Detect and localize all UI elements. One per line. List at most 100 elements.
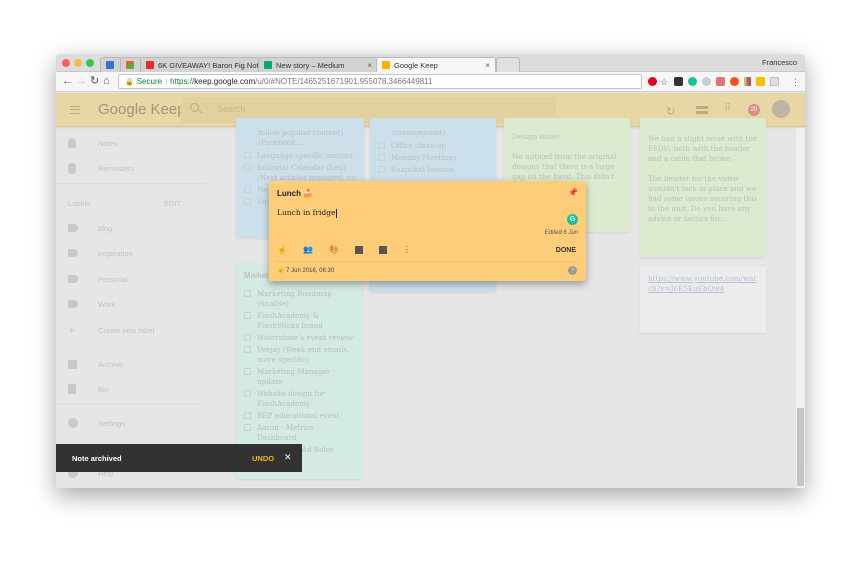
create-new-label-button[interactable]: + Create new label <box>56 323 232 337</box>
sidebar-item-settings[interactable]: Settings <box>56 416 232 430</box>
close-icon[interactable]: ✕ <box>284 452 292 463</box>
note-text: follow popular content) (Facebook... <box>258 128 344 147</box>
checkbox[interactable] <box>244 186 251 193</box>
done-button[interactable]: DONE <box>556 247 576 254</box>
checklist-item[interactable]: Snapchat lessons <box>378 165 488 175</box>
checklist-item[interactable]: Veejay (Week end emails, more specific) <box>244 345 354 365</box>
reload-button[interactable]: ↻ <box>90 75 99 88</box>
note-card[interactable]: https://www.youtube.com/watch?v=J6E5KuEh… <box>640 266 766 333</box>
new-tab-button[interactable] <box>496 57 520 72</box>
list-view-icon[interactable] <box>696 106 708 114</box>
menu-kebab-icon[interactable]: ⋮ <box>791 76 800 89</box>
tab-google-keep[interactable]: Google Keep × <box>376 57 496 72</box>
checkbox[interactable] <box>244 424 251 431</box>
checklist-item[interactable]: Marketing Roadmap (finalise) <box>244 289 354 309</box>
tab-calendar[interactable] <box>100 57 122 72</box>
back-button[interactable]: ← <box>62 75 73 88</box>
checkbox[interactable] <box>244 390 251 397</box>
sidebar-item-label-personal[interactable]: Personal <box>56 272 232 286</box>
note-title-field[interactable]: Lunch 🍰 <box>277 189 313 198</box>
checklist-item[interactable]: Monday Meetings <box>378 153 488 163</box>
image-icon[interactable] <box>354 246 363 254</box>
collaborator-icon[interactable]: 👥 <box>303 245 313 254</box>
checkbox[interactable] <box>244 368 251 375</box>
puzzle-icon[interactable] <box>716 77 725 86</box>
checklist-item[interactable]: FlashAcademy & FlashSticks brand <box>244 311 354 331</box>
extension-icon[interactable] <box>702 77 711 86</box>
checklist-item[interactable]: Waterstone's event review <box>244 333 354 343</box>
sidebar-item-bin[interactable]: Bin <box>56 382 232 396</box>
undo-button[interactable]: UNDO <box>252 454 274 463</box>
cast-icon[interactable] <box>770 77 779 86</box>
checkbox[interactable] <box>244 198 251 205</box>
checkbox[interactable] <box>378 142 385 149</box>
account-avatar[interactable] <box>772 100 790 118</box>
sidebar-item-label: Bin <box>98 384 109 394</box>
note-body-field[interactable]: Lunch in fridge <box>277 208 338 218</box>
keep-extension-icon[interactable] <box>756 77 765 86</box>
profile-name[interactable]: Francesco <box>762 58 797 67</box>
checkbox[interactable] <box>244 290 251 297</box>
analytics-icon[interactable] <box>744 77 751 86</box>
notifications-badge[interactable]: 20 <box>748 104 760 116</box>
checkbox[interactable] <box>244 164 251 171</box>
checkbox[interactable] <box>244 346 251 353</box>
bookmark-star-icon[interactable]: ☆ <box>660 76 668 89</box>
note-link[interactable]: https://www.youtube.com/watch?v=J6E5KuEh… <box>648 274 756 293</box>
checkbox[interactable] <box>244 312 251 319</box>
sidebar-item-label-blog[interactable]: blog <box>56 221 232 235</box>
label-icon <box>68 300 78 308</box>
checkbox[interactable] <box>378 166 385 173</box>
remind-me-icon[interactable]: ☝ <box>277 245 287 254</box>
checklist-item[interactable]: Marketing Manager update <box>244 367 354 387</box>
sidebar-item-label-work[interactable]: Work <box>56 297 232 311</box>
reminder-time: 7 Jun 2016, 06:30 <box>286 268 335 274</box>
app-logo[interactable]: Google Keep <box>98 101 186 118</box>
extension-orange-icon[interactable] <box>730 77 739 86</box>
checklist-text: Editorial Calendar (Leti) (Next articles… <box>257 163 356 182</box>
close-window-button[interactable] <box>62 59 70 67</box>
address-bar[interactable]: 🔒 Secure | https://keep.google.com/u/0/#… <box>118 74 642 89</box>
archive-icon[interactable] <box>378 246 387 254</box>
sidebar-item-archive[interactable]: Archive <box>56 357 232 371</box>
checkbox[interactable] <box>378 154 385 161</box>
main-menu-icon[interactable] <box>70 106 80 114</box>
tab-youtube[interactable]: 6K GIVEAWAY! Baron Fig Note× <box>140 57 260 72</box>
checkbox[interactable] <box>244 412 251 419</box>
note-text: (management) <box>392 128 446 137</box>
checkbox[interactable] <box>244 334 251 341</box>
close-tab-icon[interactable]: × <box>485 61 490 70</box>
more-icon[interactable]: ⋮ <box>403 245 411 254</box>
tab-office[interactable] <box>120 57 142 72</box>
grammarly-icon[interactable] <box>688 77 697 86</box>
refresh-icon[interactable]: ↻ <box>666 105 675 118</box>
apps-grid-icon[interactable]: ⠿ <box>724 103 731 114</box>
pin-icon[interactable]: 📌 <box>568 188 578 197</box>
sidebar-item-notes[interactable]: Notes <box>56 136 232 150</box>
evernote-icon[interactable] <box>674 77 683 86</box>
checklist-item[interactable]: Language specific content <box>244 151 356 161</box>
maximize-window-button[interactable] <box>86 59 94 67</box>
forward-button[interactable]: → <box>76 75 87 88</box>
palette-icon[interactable]: 🎨 <box>329 245 339 254</box>
sidebar-item-label-inspiration[interactable]: Inspiration <box>56 246 232 260</box>
close-tab-icon[interactable]: × <box>367 61 372 70</box>
pinterest-icon[interactable] <box>648 77 657 86</box>
checklist-item[interactable]: Office clean-up <box>378 141 488 151</box>
home-button[interactable]: ⌂ <box>103 75 110 88</box>
sidebar-item-reminders[interactable]: Reminders <box>56 161 232 175</box>
page-scrollbar[interactable] <box>796 128 805 488</box>
edit-labels-button[interactable]: EDIT <box>164 199 181 208</box>
checklist-item[interactable]: BEP educational event <box>244 411 354 421</box>
checklist-item[interactable]: Aaron - Metrics Dashboard <box>244 423 354 443</box>
scrollbar-thumb[interactable] <box>797 408 804 486</box>
reminder-chip[interactable]: ☝ 7 Jun 2016, 06:30 <box>277 267 334 274</box>
checklist-item[interactable]: Website design for FlashAcademy <box>244 389 354 409</box>
note-card[interactable]: We had a slight issue with the FSDU, bot… <box>640 118 766 257</box>
remove-reminder-icon[interactable]: × <box>568 266 577 275</box>
checkbox[interactable] <box>244 152 251 159</box>
minimize-window-button[interactable] <box>74 59 82 67</box>
tab-medium[interactable]: New story – Medium × <box>258 57 378 72</box>
grammarly-icon[interactable]: G <box>567 214 578 225</box>
checklist-item[interactable]: Editorial Calendar (Leti) (Next articles… <box>244 163 356 183</box>
